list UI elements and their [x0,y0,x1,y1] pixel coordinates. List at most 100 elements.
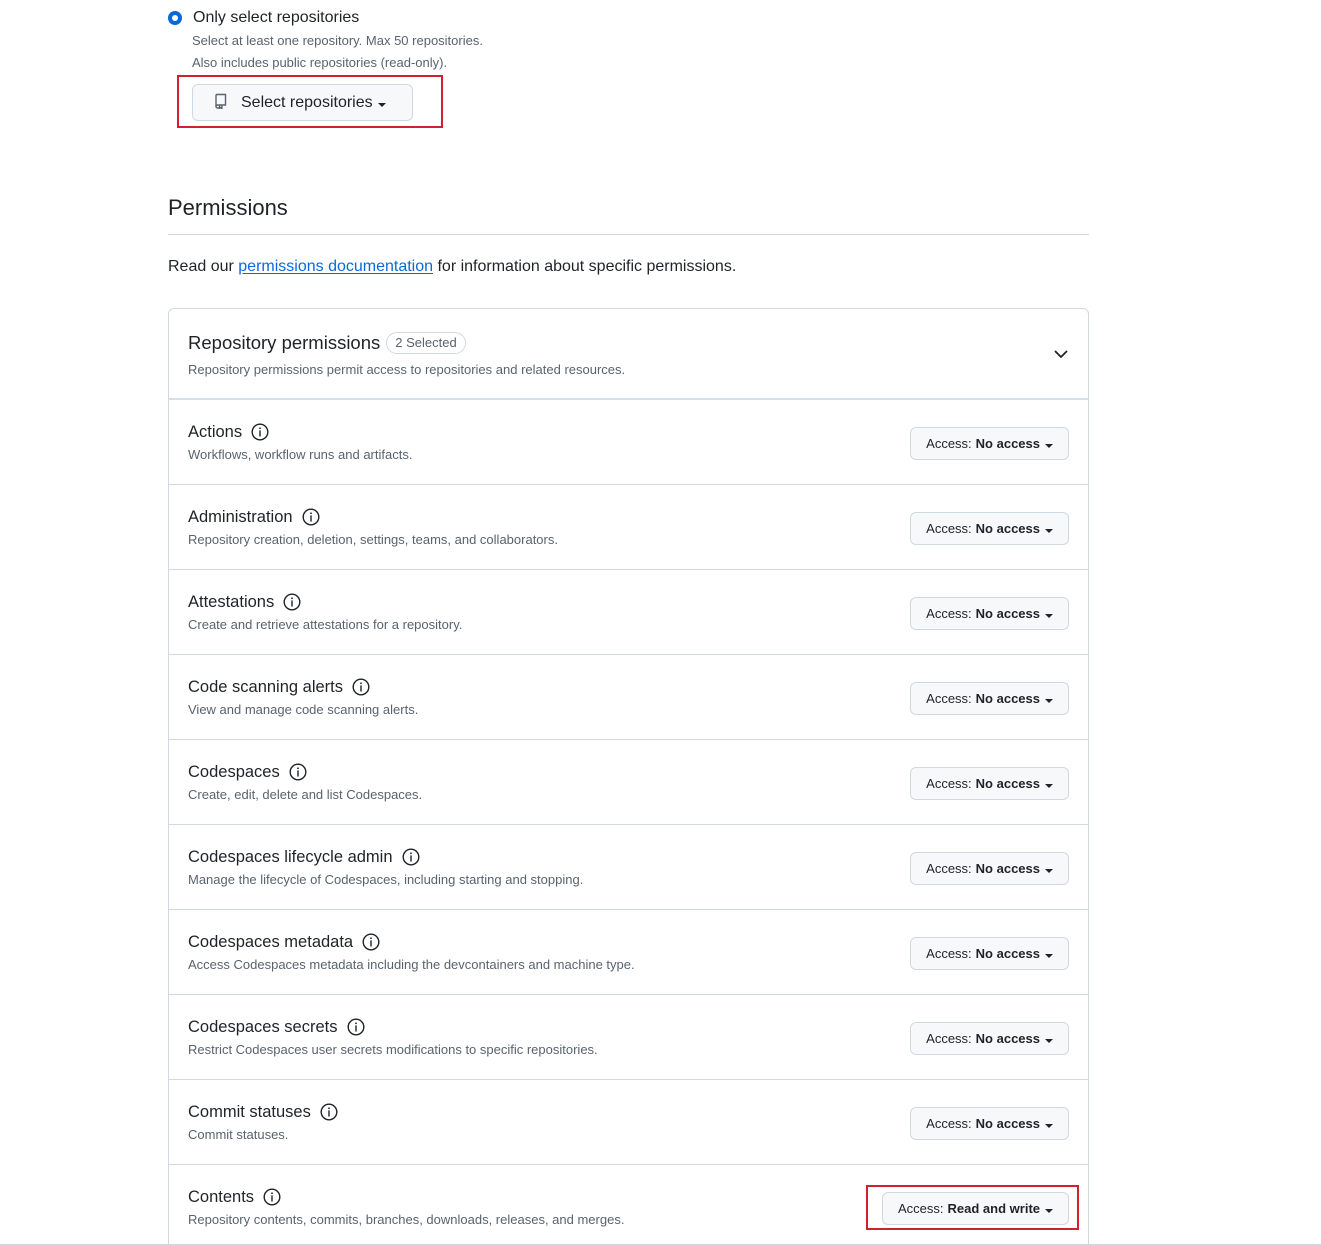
info-icon[interactable] [289,763,307,781]
permission-name: Attestations [188,593,275,611]
permissions-intro: Read our permissions documentation for i… [168,257,736,277]
access-prefix: Access: [926,1116,972,1131]
access-value: No access [975,436,1040,451]
permission-row: Administration Repository creation, delet… [169,485,1088,570]
permission-row: Attestations Create and retrieve attestat… [169,570,1088,655]
permission-name: Commit statuses [188,1103,311,1121]
select-repositories-button[interactable]: Select repositories [192,84,413,121]
radio-selected-icon[interactable] [168,11,182,25]
permission-description: Repository contents, commits, branches, … [188,1212,625,1227]
permission-name: Codespaces secrets [188,1018,338,1036]
info-icon[interactable] [352,678,370,696]
access-dropdown-button[interactable]: Access: No access [910,1107,1069,1140]
access-dropdown-button[interactable]: Access: No access [910,427,1069,460]
access-dropdown-button[interactable]: Access: No access [910,682,1069,715]
permission-description: Workflows, workflow runs and artifacts. [188,447,413,462]
info-icon[interactable] [263,1188,281,1206]
repository-permissions-title: Repository permissions [188,332,381,353]
page: Only select repositories Select at least… [0,0,1321,1245]
permission-row: Actions Workflows, workflow runs and arti… [169,400,1088,485]
caret-down-icon [1045,528,1053,533]
permission-name-row: Codespaces lifecycle admin [188,846,420,868]
access-prefix: Access: [926,776,972,791]
access-value: No access [975,1116,1040,1131]
permission-description: Commit statuses. [188,1127,289,1142]
permission-name: Administration [188,508,293,526]
permission-list: Actions Workflows, workflow runs and arti… [169,400,1088,1245]
permission-description: Restrict Codespaces user secrets modific… [188,1042,598,1057]
permission-name-row: Codespaces [188,761,307,783]
intro-suffix: for information about specific permissio… [433,258,737,275]
permission-description: Repository creation, deletion, settings,… [188,532,558,547]
intro-prefix: Read our [168,258,239,275]
caret-down-icon [1045,443,1053,448]
permission-row: Code scanning alerts View and manage code… [169,655,1088,740]
caret-down-icon [1045,953,1053,958]
info-icon[interactable] [302,508,320,526]
access-prefix: Access: [926,606,972,621]
repository-permissions-card: Repository permissions 2 Selected Reposi… [168,308,1089,1245]
permission-row: Codespaces secrets Restrict Codespaces us… [169,995,1088,1080]
access-prefix: Access: [926,861,972,876]
permission-row: Codespaces lifecycle admin Manage the lif… [169,825,1088,910]
access-dropdown-button[interactable]: Access: No access [910,852,1069,885]
access-dropdown-button[interactable]: Access: No access [910,767,1069,800]
info-icon[interactable] [251,423,269,441]
info-icon[interactable] [402,848,420,866]
permission-name-row: Codespaces metadata [188,931,380,953]
permission-name: Codespaces lifecycle admin [188,848,393,866]
info-icon[interactable] [283,593,301,611]
permission-name-row: Code scanning alerts [188,676,370,698]
repo-limit-note: Select at least one repository. Max 50 r… [192,33,483,48]
permission-name: Code scanning alerts [188,678,344,696]
access-value: No access [975,691,1040,706]
permission-description: Access Codespaces metadata including the… [188,957,635,972]
access-value: No access [975,606,1040,621]
access-dropdown-button[interactable]: Access: No access [910,597,1069,630]
info-icon[interactable] [346,1018,365,1036]
permission-row: Codespaces Create, edit, delete and list … [169,740,1088,825]
access-value: No access [975,946,1040,961]
permission-name-row: Attestations [188,591,301,613]
repository-permissions-header[interactable]: Repository permissions 2 Selected Reposi… [169,309,1088,400]
caret-down-icon [1045,868,1053,873]
contents-access-highlight [866,1185,1079,1230]
permission-name-row: Actions [188,421,269,443]
permissions-documentation-link[interactable]: permissions documentation [238,258,433,275]
permissions-divider [168,234,1089,235]
permission-row: Commit statuses Commit statuses. Access: No… [169,1080,1088,1165]
access-value: No access [975,861,1040,876]
repo-icon [213,92,241,114]
permission-description: Create, edit, delete and list Codespaces… [188,787,423,802]
permission-name-row: Commit statuses [188,1101,338,1123]
radio-label: Only select repositories [193,9,360,26]
chevron-down-icon[interactable] [1054,346,1068,364]
access-value: No access [975,521,1040,536]
info-icon[interactable] [320,1103,338,1121]
info-icon[interactable] [362,933,380,951]
access-prefix: Access: [926,436,972,451]
permission-description: Create and retrieve attestations for a r… [188,617,463,632]
access-dropdown-button[interactable]: Access: No access [910,512,1069,545]
public-repos-note: Also includes public repositories (read-… [192,55,448,70]
access-value: No access [975,1031,1040,1046]
access-prefix: Access: [926,946,972,961]
access-value: No access [975,776,1040,791]
access-prefix: Access: [926,1031,972,1046]
access-dropdown-button[interactable]: Access: No access [910,937,1069,970]
permission-description: View and manage code scanning alerts. [188,702,419,717]
permission-name: Codespaces metadata [188,933,354,951]
permission-name-row: Codespaces secrets [188,1016,365,1038]
caret-down-icon [1045,698,1053,703]
caret-down-icon [1045,783,1053,788]
permission-row: Codespaces metadata Access Codespaces met… [169,910,1088,995]
caret-down-icon [377,102,386,107]
permission-name: Actions [188,423,243,441]
permission-name-row: Contents [188,1186,281,1208]
only-select-repositories-option[interactable]: Only select repositories [168,8,359,28]
permission-name: Codespaces [188,763,280,781]
repository-permissions-subtitle: Repository permissions permit access to … [188,362,626,377]
access-prefix: Access: [926,691,972,706]
access-dropdown-button[interactable]: Access: No access [910,1022,1069,1055]
permission-name-row: Administration [188,506,320,528]
